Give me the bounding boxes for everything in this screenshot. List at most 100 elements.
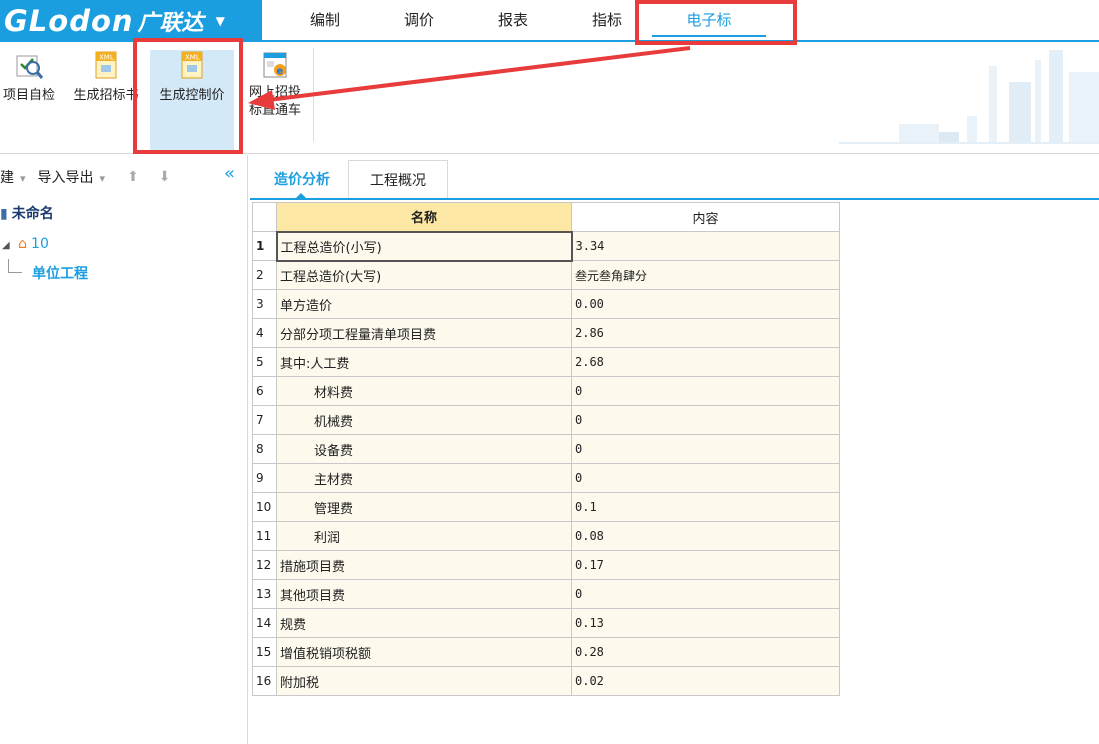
menu-tiaojia[interactable]: 调价: [394, 0, 444, 41]
annotation-box-menu: [635, 0, 797, 45]
row-name[interactable]: 措施项目费: [276, 550, 572, 580]
row-value[interactable]: 0: [571, 434, 840, 464]
table-row[interactable]: 12 措施项目费 0.17: [252, 550, 840, 580]
new-menu[interactable]: 建 ▾: [0, 167, 32, 187]
menu-baobiao[interactable]: 报表: [488, 0, 538, 41]
row-index: 12: [252, 550, 277, 580]
table-row[interactable]: 13 其他项目费 0: [252, 579, 840, 609]
row-name[interactable]: 管理费: [276, 492, 572, 522]
row-index: 9: [252, 463, 277, 493]
table-row[interactable]: 8 设备费 0: [252, 434, 840, 464]
active-tab-pointer: [295, 193, 307, 199]
inspect-icon: [16, 55, 44, 79]
row-value[interactable]: 叁元叁角肆分: [571, 260, 840, 290]
row-name[interactable]: 单方造价: [276, 289, 572, 319]
row-value[interactable]: 2.86: [571, 318, 840, 348]
project-icon: ▮: [0, 206, 8, 222]
row-index: 11: [252, 521, 277, 551]
row-value[interactable]: 2.68: [571, 347, 840, 377]
tree-single-project-node[interactable]: ◢ ⌂ 10: [0, 229, 247, 259]
table-row[interactable]: 14 规费 0.13: [252, 608, 840, 638]
row-index: 4: [252, 318, 277, 348]
name-column-header[interactable]: 名称: [276, 202, 572, 232]
caret-down-icon: ▼: [215, 13, 225, 28]
row-name[interactable]: 其他项目费: [276, 579, 572, 609]
tree-unit-label: 单位工程: [32, 266, 88, 282]
import-export-menu[interactable]: 导入导出 ▾: [38, 167, 112, 187]
table-row[interactable]: 3 单方造价 0.00: [252, 289, 840, 319]
table-row[interactable]: 6 材料费 0: [252, 376, 840, 406]
row-value[interactable]: 0.13: [571, 608, 840, 638]
content-tabs: 造价分析 工程概况: [250, 158, 1099, 200]
online-bidding-button[interactable]: e 网上招投 标直通车: [240, 50, 310, 150]
online-bidding-label-line1: 网上招投: [248, 85, 301, 100]
row-value[interactable]: 0: [571, 376, 840, 406]
row-name[interactable]: 规费: [276, 608, 572, 638]
row-index: 13: [252, 579, 277, 609]
brand-menu[interactable]: GLodon 广联达 ▼: [0, 0, 262, 41]
chevron-down-icon: ▾: [20, 172, 26, 185]
table-row[interactable]: 5 其中:人工费 2.68: [252, 347, 840, 377]
tab-project-overview[interactable]: 工程概况: [348, 160, 448, 198]
table-row[interactable]: 4 分部分项工程量清单项目费 2.86: [252, 318, 840, 348]
row-name[interactable]: 设备费: [276, 434, 572, 464]
row-index: 15: [252, 637, 277, 667]
collapse-panel-icon[interactable]: «: [224, 163, 235, 184]
svg-text:XML: XML: [99, 54, 114, 62]
move-down-icon[interactable]: ⬇: [159, 169, 171, 185]
row-name[interactable]: 工程总造价(大写): [276, 260, 572, 290]
row-value[interactable]: 0: [571, 405, 840, 435]
menu-zhibiao[interactable]: 指标: [582, 0, 632, 41]
move-up-icon[interactable]: ⬆: [127, 169, 139, 185]
table-row[interactable]: 1 工程总造价(小写) 3.34: [252, 230, 840, 262]
table-row[interactable]: 9 主材费 0: [252, 463, 840, 493]
expand-triangle-icon[interactable]: ◢: [2, 240, 10, 251]
menu-bar: GLodon 广联达 ▼ 编制 调价 报表 指标 电子标: [0, 0, 1099, 42]
svg-text:e: e: [277, 66, 284, 77]
row-name[interactable]: 工程总造价(小写): [275, 230, 573, 262]
table-row[interactable]: 10 管理费 0.1: [252, 492, 840, 522]
row-name[interactable]: 分部分项工程量清单项目费: [276, 318, 572, 348]
table-row[interactable]: 15 增值税销项税额 0.28: [252, 637, 840, 667]
brand-logo: GLodon: [4, 3, 134, 38]
row-index: 7: [252, 405, 277, 435]
table-row[interactable]: 2 工程总造价(大写) 叁元叁角肆分: [252, 260, 840, 290]
row-name[interactable]: 利润: [276, 521, 572, 551]
row-value[interactable]: 0.02: [571, 666, 840, 696]
row-name[interactable]: 附加税: [276, 666, 572, 696]
tree-node-label: 10: [31, 236, 49, 252]
cost-analysis-table: 名称 内容 1 工程总造价(小写) 3.34 2 工程总造价(大写) 叁元叁角肆分 3单…: [252, 202, 840, 696]
project-tree: ▮ 未命名 ◢ ⌂ 10 单位工程: [0, 199, 247, 289]
content-column-header[interactable]: 内容: [571, 202, 840, 232]
row-value[interactable]: 0.28: [571, 637, 840, 667]
online-bidding-icon: e: [263, 52, 287, 78]
online-bidding-label-line2: 标直通车: [248, 103, 301, 118]
row-value[interactable]: 0: [571, 463, 840, 493]
city-skyline-decoration: [839, 50, 1099, 144]
menu-bianzhi[interactable]: 编制: [300, 0, 350, 41]
table-header-row: 名称 内容: [252, 202, 840, 232]
row-value[interactable]: 3.34: [571, 231, 840, 261]
row-index: 5: [252, 347, 277, 377]
row-value[interactable]: 0.17: [571, 550, 840, 580]
row-name[interactable]: 增值税销项税额: [276, 637, 572, 667]
row-index: 16: [252, 666, 277, 696]
row-index: 6: [252, 376, 277, 406]
project-check-button[interactable]: 项目自检: [0, 50, 58, 150]
table-row[interactable]: 16 附加税 0.02: [252, 666, 840, 696]
row-value[interactable]: 0.1: [571, 492, 840, 522]
row-value[interactable]: 0.00: [571, 289, 840, 319]
row-value[interactable]: 0.08: [571, 521, 840, 551]
row-name[interactable]: 主材费: [276, 463, 572, 493]
table-row[interactable]: 7 机械费 0: [252, 405, 840, 435]
ribbon-separator: [313, 48, 314, 142]
table-row[interactable]: 11 利润 0.08: [252, 521, 840, 551]
row-value[interactable]: 0: [571, 579, 840, 609]
row-name[interactable]: 材料费: [276, 376, 572, 406]
row-index: 3: [252, 289, 277, 319]
row-name[interactable]: 其中:人工费: [276, 347, 572, 377]
tree-unit-node[interactable]: 单位工程: [0, 259, 247, 289]
row-name[interactable]: 机械费: [276, 405, 572, 435]
row-index: 1: [252, 231, 277, 261]
tree-project-node[interactable]: ▮ 未命名: [0, 199, 247, 229]
